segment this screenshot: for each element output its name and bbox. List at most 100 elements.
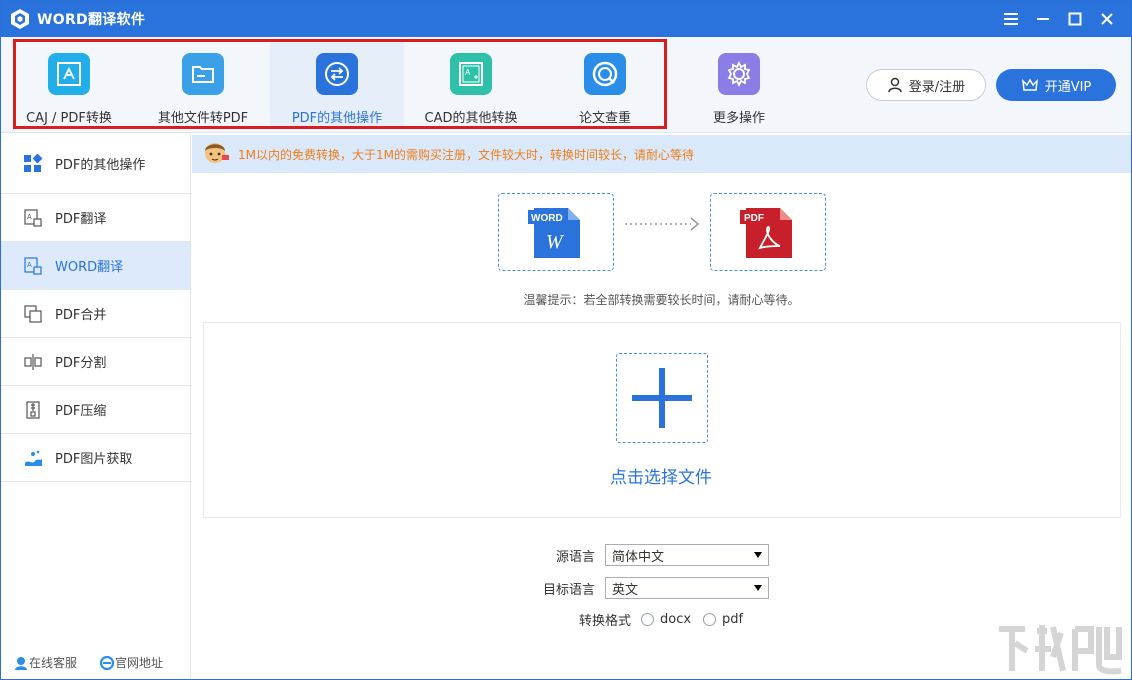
- format-row: 转换格式 docx pdf: [521, 610, 755, 629]
- tool-more-ops[interactable]: 更多操作: [672, 41, 806, 129]
- split-icon: [23, 352, 43, 372]
- merge-icon: [23, 304, 43, 324]
- website-link[interactable]: 官网地址: [99, 654, 163, 671]
- sidebar-item-label: PDF分割: [55, 352, 106, 371]
- pdf-file-label: PDF: [744, 213, 764, 224]
- user-icon: [887, 77, 903, 93]
- swap-icon: [316, 53, 358, 95]
- browser-icon: [99, 656, 115, 670]
- translate-icon: A: [23, 208, 43, 228]
- target-language-value: 英文: [612, 579, 638, 598]
- arrow-right-icon: [623, 214, 703, 234]
- dropdown-arrow-icon: [754, 585, 762, 591]
- sidebar-header: PDF的其他操作: [1, 134, 190, 194]
- mascot-icon: [200, 139, 230, 169]
- format-option-pdf[interactable]: pdf: [703, 612, 743, 627]
- open-vip-button[interactable]: 开通VIP: [996, 69, 1116, 101]
- app-logo-icon: [9, 8, 31, 30]
- sidebar-item-word-translate[interactable]: A WORD翻译: [1, 242, 190, 290]
- main-toolbar: CAJ / PDF转换 其他文件转PDF PDF的其他操作 A CAD的其他转换…: [1, 37, 1131, 133]
- tool-other-to-pdf[interactable]: 其他文件转PDF: [136, 41, 270, 129]
- login-register-button[interactable]: 登录/注册: [866, 69, 986, 101]
- word-file-label: WORD: [531, 213, 563, 224]
- tool-label: PDF的其他操作: [292, 107, 382, 126]
- folder-icon: [182, 53, 224, 95]
- svg-text:A: A: [27, 214, 32, 221]
- tool-paper-check[interactable]: 论文查重: [538, 41, 672, 129]
- tool-label: CAD的其他转换: [425, 107, 518, 126]
- sidebar-item-label: WORD翻译: [55, 256, 123, 275]
- online-service-link[interactable]: 在线客服: [13, 654, 77, 671]
- tool-label: 其他文件转PDF: [158, 107, 248, 126]
- svg-text:W: W: [546, 231, 565, 253]
- sidebar-item-pdf-merge[interactable]: PDF合并: [1, 290, 190, 338]
- open-vip-label: 开通VIP: [1045, 76, 1092, 95]
- sidebar-item-label: PDF翻译: [55, 208, 106, 227]
- source-language-value: 简体中文: [612, 546, 664, 565]
- format-option-docx[interactable]: docx: [641, 612, 691, 627]
- app-title: WORD翻译软件: [37, 9, 145, 29]
- radio-circle[interactable]: [703, 613, 716, 626]
- notice-bar: 1M以内的免费转换，大于1M的需购买注册，文件较大时，转换时间较长，请耐心等待: [192, 135, 1131, 173]
- source-language-label: 源语言: [521, 546, 605, 565]
- plus-icon: [630, 366, 694, 430]
- website-label: 官网地址: [115, 654, 163, 671]
- minimize-icon[interactable]: [1027, 1, 1059, 37]
- sidebar: PDF的其他操作 A PDF翻译 A WORD翻译 PDF合并 PDF分割: [1, 134, 191, 679]
- svg-text:A: A: [27, 262, 32, 269]
- svg-text:A: A: [465, 68, 471, 77]
- caj-pdf-icon: [48, 53, 90, 95]
- source-format-box: WORD W: [498, 193, 614, 271]
- sidebar-item-pdf-compress[interactable]: PDF压缩: [1, 386, 190, 434]
- format-option-label: pdf: [722, 612, 743, 627]
- format-label: 转换格式: [521, 610, 641, 629]
- tool-label: 论文查重: [579, 107, 631, 126]
- crown-icon: [1021, 77, 1039, 93]
- grid-icon: [23, 154, 43, 174]
- notice-text: 1M以内的免费转换，大于1M的需购买注册，文件较大时，转换时间较长，请耐心等待: [238, 146, 694, 163]
- tool-cad-convert[interactable]: A CAD的其他转换: [404, 41, 538, 129]
- target-language-label: 目标语言: [521, 579, 605, 598]
- sidebar-item-label: PDF压缩: [55, 400, 106, 419]
- sidebar-item-pdf-split[interactable]: PDF分割: [1, 338, 190, 386]
- pdf-file-icon: PDF: [740, 204, 796, 260]
- tool-label: CAJ / PDF转换: [26, 107, 112, 126]
- source-language-select[interactable]: 简体中文: [605, 544, 769, 566]
- sidebar-item-pdf-translate[interactable]: A PDF翻译: [1, 194, 190, 242]
- gear-icon: [718, 53, 760, 95]
- sidebar-item-pdf-image-extract[interactable]: PDF图片获取: [1, 434, 190, 482]
- title-bar: WORD翻译软件: [1, 1, 1131, 37]
- online-service-label: 在线客服: [29, 654, 77, 671]
- window-controls: [995, 1, 1123, 37]
- sidebar-footer: 在线客服 官网地址: [1, 654, 191, 671]
- customer-service-icon: [13, 656, 29, 670]
- search-circle-icon: [584, 53, 626, 95]
- source-language-row: 源语言 简体中文: [521, 544, 769, 566]
- radio-circle[interactable]: [641, 613, 654, 626]
- app-window: WORD翻译软件 CAJ / PDF转换: [0, 0, 1132, 680]
- menu-icon[interactable]: [995, 1, 1027, 37]
- watermark-logo: [995, 621, 1125, 677]
- dropdown-arrow-icon: [754, 552, 762, 558]
- translate-icon: A: [23, 256, 43, 276]
- cad-icon: A: [450, 53, 492, 95]
- add-file-button[interactable]: [616, 353, 708, 443]
- sidebar-header-label: PDF的其他操作: [55, 154, 145, 173]
- tool-label: 更多操作: [713, 107, 765, 126]
- word-file-icon: WORD W: [528, 204, 584, 260]
- login-register-label: 登录/注册: [909, 76, 965, 95]
- maximize-icon[interactable]: [1059, 1, 1091, 37]
- tip-text: 温馨提示：若全部转换需要较长时间，请耐心等待。: [192, 291, 1131, 308]
- target-format-box: PDF: [710, 193, 826, 271]
- sidebar-item-label: PDF图片获取: [55, 448, 132, 467]
- target-language-select[interactable]: 英文: [605, 577, 769, 599]
- compress-icon: [23, 400, 43, 420]
- tool-pdf-other-ops[interactable]: PDF的其他操作: [270, 41, 404, 129]
- tool-caj-pdf-convert[interactable]: CAJ / PDF转换: [2, 41, 136, 129]
- close-icon[interactable]: [1091, 1, 1123, 37]
- sidebar-item-label: PDF合并: [55, 304, 106, 323]
- image-extract-icon: [23, 448, 43, 468]
- choose-file-link[interactable]: 点击选择文件: [561, 463, 761, 488]
- format-option-label: docx: [660, 612, 691, 627]
- target-language-row: 目标语言 英文: [521, 577, 769, 599]
